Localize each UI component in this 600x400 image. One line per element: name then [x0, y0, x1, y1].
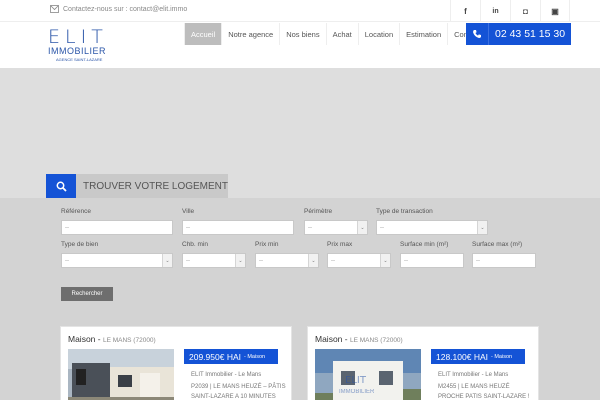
prix-max-value: --: [331, 257, 335, 264]
listing-card[interactable]: Maison - LE MANS (72000) ELIT IMMOBILIER…: [307, 326, 539, 400]
type-bien-select[interactable]: -- ⌄: [61, 253, 173, 268]
instagram-icon[interactable]: ◘: [510, 0, 540, 22]
facebook-icon[interactable]: f: [450, 0, 480, 22]
youtube-icon[interactable]: ▣: [540, 0, 570, 22]
perimetre-label: Périmètre: [304, 208, 333, 215]
logo-elit: ELIT: [48, 26, 108, 48]
listing-description: M2455 | LE MANS HEUZÉ PROCHE PATIS SAINT…: [438, 384, 530, 400]
chevron-down-icon: ⌄: [235, 254, 245, 267]
chb-min-select[interactable]: -- ⌄: [182, 253, 246, 268]
listing-agency: ELIT Immobilier - Le Mans: [438, 372, 509, 378]
perimetre-value: --: [308, 224, 312, 231]
svg-text:IMMOBILIER: IMMOBILIER: [339, 389, 375, 395]
nav-estimation[interactable]: Estimation: [399, 23, 448, 45]
chevron-down-icon: ⌄: [357, 221, 367, 234]
site-logo[interactable]: ELIT IMMOBILIER AGENCE SAINT-LAZARE: [48, 26, 112, 66]
contact-line: Contactez-nous sur : contact@elit.immo: [50, 5, 187, 13]
type-transaction-label: Type de transaction: [376, 208, 433, 215]
nav-notre-agence[interactable]: Notre agence: [221, 23, 280, 45]
surface-max-label: Surface max (m²): [472, 241, 523, 248]
linkedin-icon[interactable]: in: [480, 0, 510, 22]
listing-type: Maison: [68, 334, 96, 344]
ville-label: Ville: [182, 208, 195, 215]
listing-price-badge: 209.950€ HAI - Maison: [184, 349, 278, 364]
prix-min-select[interactable]: -- ⌄: [255, 253, 319, 268]
chevron-down-icon: ⌄: [162, 254, 172, 267]
type-bien-label: Type de bien: [61, 241, 99, 248]
nav-nos-biens[interactable]: Nos biens: [279, 23, 326, 45]
nav-achat[interactable]: Achat: [325, 23, 358, 45]
nav-accueil[interactable]: Accueil: [184, 23, 222, 45]
listing-price-type: - Maison: [243, 353, 266, 360]
listing-type: Maison: [315, 334, 343, 344]
listing-description: P2039 | LE MANS HEUZÉ – PÂTIS SAINT-LAZA…: [191, 384, 286, 400]
chb-min-value: --: [186, 257, 190, 264]
phone-number[interactable]: 02 43 51 15 30: [488, 23, 572, 45]
reference-label: Référence: [61, 208, 91, 215]
listing-price-badge: 128.100€ HAI - Maison: [431, 349, 525, 364]
type-transaction-value: --: [380, 224, 384, 231]
search-tab-label: TROUVER VOTRE LOGEMENT: [76, 174, 228, 198]
top-bar: Contactez-nous sur : contact@elit.immo f…: [0, 0, 600, 22]
listing-photo[interactable]: ELIT IMMOBILIER: [315, 349, 421, 400]
phone-block[interactable]: 02 43 51 15 30: [466, 23, 572, 45]
envelope-icon: [50, 5, 59, 13]
phone-icon: [466, 23, 488, 45]
search-tab[interactable]: TROUVER VOTRE LOGEMENT: [46, 174, 228, 198]
listing-city: LE MANS (72000): [349, 337, 403, 344]
prix-min-label: Prix min: [255, 241, 279, 248]
prix-min-value: --: [259, 257, 263, 264]
reference-input[interactable]: --: [61, 220, 173, 235]
listing-title[interactable]: Maison - LE MANS (72000): [68, 334, 156, 344]
main-nav: Accueil Notre agence Nos biens Achat Loc…: [184, 23, 486, 45]
listing-photo[interactable]: [68, 349, 174, 400]
search-icon: [46, 174, 76, 198]
logo-agence: AGENCE SAINT-LAZARE: [56, 57, 103, 62]
chevron-down-icon: ⌄: [477, 221, 487, 234]
prix-max-select[interactable]: -- ⌄: [327, 253, 391, 268]
listing-card[interactable]: Maison - LE MANS (72000) 209.950€ HAI - M…: [60, 326, 292, 400]
surface-min-label: Surface min (m²): [400, 241, 449, 248]
listing-separator: -: [342, 334, 350, 344]
logo-immobilier: IMMOBILIER: [48, 46, 107, 56]
listing-city: LE MANS (72000): [102, 337, 156, 344]
prix-max-label: Prix max: [327, 241, 353, 248]
contact-text[interactable]: Contactez-nous sur : contact@elit.immo: [63, 6, 187, 13]
type-bien-value: --: [65, 257, 69, 264]
listing-price: 128.100€ HAI: [436, 351, 488, 362]
nav-location[interactable]: Location: [357, 23, 400, 45]
listing-agency: ELIT Immobilier - Le Mans: [191, 372, 262, 378]
listing-price: 209.950€ HAI: [189, 351, 241, 362]
chevron-down-icon: ⌄: [308, 254, 318, 267]
chevron-down-icon: ⌄: [380, 254, 390, 267]
chb-min-label: Chb. min: [182, 241, 209, 248]
listing-title[interactable]: Maison - LE MANS (72000): [315, 334, 403, 344]
surface-min-input[interactable]: --: [400, 253, 464, 268]
ville-input[interactable]: --: [182, 220, 294, 235]
svg-text:ELIT: ELIT: [345, 375, 367, 386]
listing-separator: -: [95, 334, 103, 344]
perimetre-select[interactable]: -- ⌄: [304, 220, 368, 235]
type-transaction-select[interactable]: -- ⌄: [376, 220, 488, 235]
listing-price-type: - Maison: [490, 353, 513, 360]
search-button[interactable]: Rechercher: [61, 287, 113, 301]
surface-max-input[interactable]: --: [472, 253, 536, 268]
